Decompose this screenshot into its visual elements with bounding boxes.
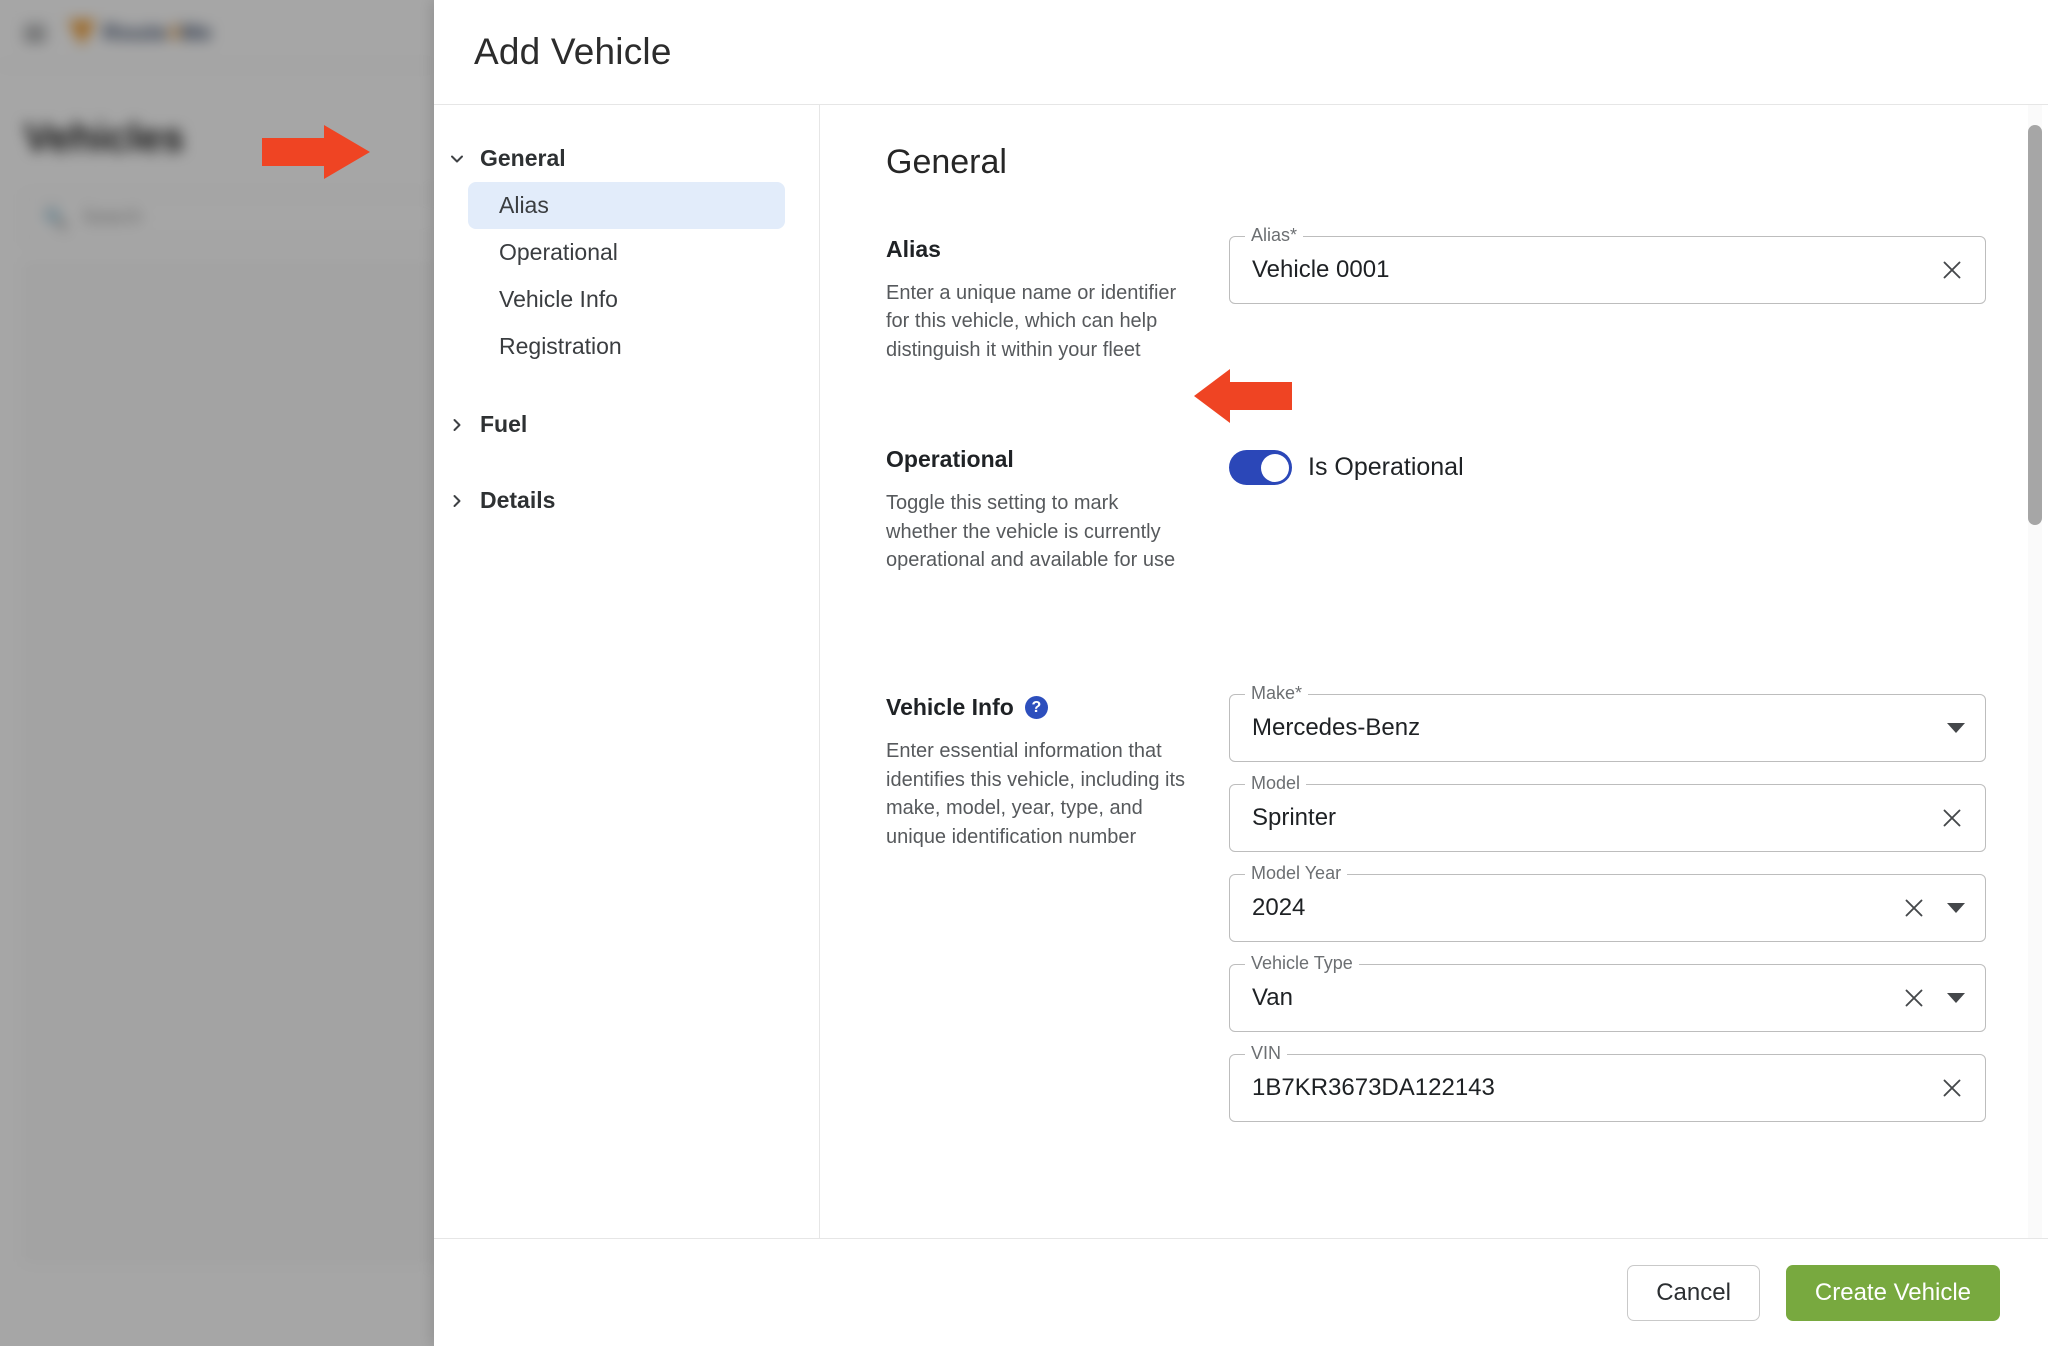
model-field-adornments [1939,805,1965,831]
section-alias-heading: Alias [886,236,1188,263]
section-operational-description: Toggle this setting to mark whether the … [886,492,1176,571]
clear-icon[interactable] [1939,257,1965,283]
section-operational-heading: Operational [886,446,1188,473]
help-icon[interactable]: ? [1024,696,1048,720]
chevron-down-icon[interactable] [1947,903,1965,914]
section-heading-label: Vehicle Info [886,694,1014,721]
model-field-value: Sprinter [1252,804,1337,832]
section-heading-label: Alias [886,236,941,262]
model-field[interactable]: Model Sprinter [1229,774,1986,853]
nav-group-details: Details [434,479,819,522]
screen: Route4Me Vehicles 🔍 Search Add Vehicle G… [0,0,2048,1346]
make-field-value: Mercedes-Benz [1252,714,1421,742]
vin-field-value: 1B7KR3673DA122143 [1252,1074,1495,1102]
section-vehicle-info-description-col: Vehicle Info ? Enter essential informati… [886,694,1216,851]
section-alias: Alias Enter a unique name or identifier … [886,226,1986,364]
clear-icon[interactable] [1939,1075,1965,1101]
clear-icon[interactable] [1939,805,1965,831]
chevron-down-icon[interactable] [1947,723,1965,734]
vin-field-adornments [1939,1075,1965,1101]
nav-group-general: General Alias Operational Vehicle Info R… [434,137,819,370]
dialog-header: Add Vehicle [434,0,2048,105]
section-vehicle-info-heading: Vehicle Info ? [886,694,1188,721]
dialog-body: General Alias Operational Vehicle Info R… [434,105,2048,1238]
section-operational-description-col: Operational Toggle this setting to mark … [886,446,1216,574]
section-vehicle-info: Vehicle Info ? Enter essential informati… [886,684,1986,1144]
make-field-adornments [1947,723,1965,734]
model-year-field-adornments [1901,895,1965,921]
model-year-field[interactable]: Model Year 2024 [1229,864,1986,943]
add-vehicle-dialog: Add Vehicle General Alias Operational Ve… [434,0,2048,1346]
cancel-button[interactable]: Cancel [1627,1264,1760,1321]
background-page: Route4Me Vehicles 🔍 Search [0,0,434,1346]
content-scrollbar-thumb[interactable] [2028,125,2042,525]
nav-children-general: Alias Operational Vehicle Info Registrat… [434,182,819,370]
content-section-title: General [886,143,1007,181]
is-operational-label: Is Operational [1308,453,1464,482]
vehicle-type-field-adornments [1901,985,1965,1011]
sidebar-item-label: Vehicle Info [499,286,618,312]
nav-group-label: General [480,145,566,171]
section-vehicle-info-description: Enter essential information that identif… [886,740,1186,848]
section-heading-label: Operational [886,446,1014,473]
sidebar-item-vehicle-info[interactable]: Vehicle Info [468,276,785,323]
modal-backdrop-scrim[interactable] [0,0,434,1346]
sidebar-item-registration[interactable]: Registration [468,323,785,370]
clear-icon[interactable] [1901,985,1927,1011]
dialog-content: General Alias Enter a unique name or ide… [820,105,2048,1238]
toggle-knob [1260,453,1289,482]
sidebar-item-alias[interactable]: Alias [468,182,785,229]
vin-field[interactable]: VIN 1B7KR3673DA122143 [1229,1044,1986,1123]
model-field-label: Model [1245,774,1307,793]
vehicle-type-field[interactable]: Vehicle Type Van [1229,954,1986,1033]
sidebar-item-label: Alias [499,192,549,218]
chevron-right-icon[interactable] [446,414,468,436]
vehicle-type-field-value: Van [1252,984,1293,1012]
nav-group-label: Fuel [480,411,528,437]
dialog-title: Add Vehicle [474,31,672,72]
is-operational-toggle[interactable] [1229,450,1292,486]
sidebar-item-label: Operational [499,239,618,265]
section-operational-fields: Is Operational [1216,446,1986,486]
nav-group-header-details[interactable]: Details [434,479,819,522]
dialog-content-scroll: General Alias Enter a unique name or ide… [820,105,2048,1238]
nav-group-header-fuel[interactable]: Fuel [434,403,819,446]
sidebar-item-label: Registration [499,333,622,359]
model-year-field-label: Model Year [1245,864,1348,883]
create-vehicle-button[interactable]: Create Vehicle [1785,1264,2000,1321]
alias-field-adornments [1939,257,1965,283]
dialog-section-nav: General Alias Operational Vehicle Info R… [434,105,820,1238]
alias-field[interactable]: Alias* Vehicle 0001 [1229,226,1986,304]
nav-group-fuel: Fuel [434,403,819,446]
nav-group-label: Details [480,487,556,513]
make-field-label: Make* [1245,684,1309,703]
section-alias-description: Enter a unique name or identifier for th… [886,282,1177,361]
is-operational-row: Is Operational [1229,446,1986,486]
section-alias-description-col: Alias Enter a unique name or identifier … [886,236,1216,364]
nav-group-header-general[interactable]: General [434,137,819,180]
sidebar-item-operational[interactable]: Operational [468,229,785,276]
chevron-down-icon[interactable] [446,148,468,170]
vin-field-label: VIN [1245,1044,1288,1063]
clear-icon[interactable] [1901,895,1927,921]
model-year-field-value: 2024 [1252,894,1306,922]
chevron-right-icon[interactable] [446,490,468,512]
section-operational: Operational Toggle this setting to mark … [886,446,1986,574]
vehicle-type-field-label: Vehicle Type [1245,954,1359,973]
alias-field-label: Alias* [1245,226,1304,244]
make-field[interactable]: Make* Mercedes-Benz [1229,684,1986,763]
section-alias-fields: Alias* Vehicle 0001 [1216,226,1986,326]
alias-field-value: Vehicle 0001 [1252,256,1390,283]
chevron-down-icon[interactable] [1947,993,1965,1004]
section-vehicle-info-fields: Make* Mercedes-Benz Model Sprinter Model… [1216,684,1986,1144]
dialog-footer: Cancel Create Vehicle [434,1238,2048,1346]
